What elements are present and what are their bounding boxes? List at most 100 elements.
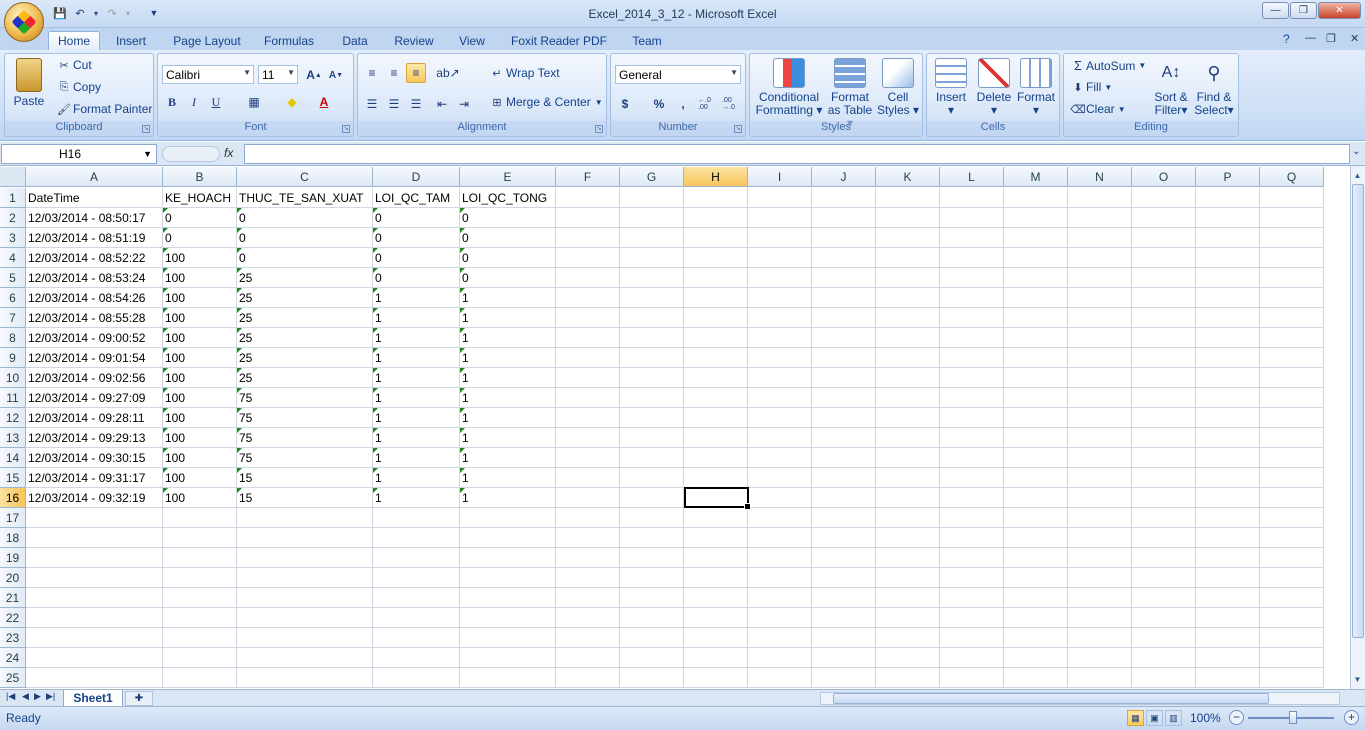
cell-k2[interactable] (876, 208, 940, 228)
cell-f20[interactable] (556, 568, 620, 588)
cell-f19[interactable] (556, 548, 620, 568)
cell-f5[interactable] (556, 268, 620, 288)
cell-n9[interactable] (1068, 348, 1132, 368)
cell-d15[interactable]: 1 (373, 468, 460, 488)
cell-d2[interactable]: 0 (373, 208, 460, 228)
cell-f8[interactable] (556, 328, 620, 348)
formula-input[interactable] (244, 144, 1350, 164)
cell-l12[interactable] (940, 408, 1004, 428)
cell-a8[interactable]: 12/03/2014 - 09:00:52 (26, 328, 163, 348)
decrease-indent-icon[interactable]: ⇤ (432, 94, 452, 114)
cell-e5[interactable]: 0 (460, 268, 556, 288)
last-sheet-icon[interactable]: ▶| (46, 691, 55, 702)
clipboard-launcher-icon[interactable]: ↘ (142, 125, 150, 133)
cell-q17[interactable] (1260, 508, 1324, 528)
cell-p10[interactable] (1196, 368, 1260, 388)
cell-b7[interactable]: 100 (163, 308, 237, 328)
tab-team[interactable]: Team (624, 31, 670, 50)
cell-h1[interactable] (684, 188, 748, 208)
sheet-tab-sheet1[interactable]: Sheet1 (63, 690, 123, 707)
cell-l19[interactable] (940, 548, 1004, 568)
cell-i10[interactable] (748, 368, 812, 388)
row-header-2[interactable]: 2 (0, 208, 26, 228)
cell-o12[interactable] (1132, 408, 1196, 428)
cell-l6[interactable] (940, 288, 1004, 308)
cell-l2[interactable] (940, 208, 1004, 228)
increase-indent-icon[interactable]: ⇥ (454, 94, 474, 114)
cell-a4[interactable]: 12/03/2014 - 08:52:22 (26, 248, 163, 268)
cell-q24[interactable] (1260, 648, 1324, 668)
font-size-select[interactable]: 11 ▼ (258, 65, 298, 84)
cell-j8[interactable] (812, 328, 876, 348)
horizontal-scrollbar[interactable] (820, 692, 1340, 705)
cell-o2[interactable] (1132, 208, 1196, 228)
cell-k22[interactable] (876, 608, 940, 628)
cell-b24[interactable] (163, 648, 237, 668)
align-bottom-icon[interactable]: ≡ (406, 63, 426, 83)
cell-q3[interactable] (1260, 228, 1324, 248)
cell-a23[interactable] (26, 628, 163, 648)
cell-styles-button[interactable]: Cell Styles ▾ (876, 58, 920, 117)
cell-a5[interactable]: 12/03/2014 - 08:53:24 (26, 268, 163, 288)
cell-i4[interactable] (748, 248, 812, 268)
row-header-7[interactable]: 7 (0, 308, 26, 328)
cell-d10[interactable]: 1 (373, 368, 460, 388)
cell-n5[interactable] (1068, 268, 1132, 288)
cell-e11[interactable]: 1 (460, 388, 556, 408)
cell-h18[interactable] (684, 528, 748, 548)
cell-j14[interactable] (812, 448, 876, 468)
cell-a1[interactable]: DateTime (26, 188, 163, 208)
cell-j11[interactable] (812, 388, 876, 408)
cell-q1[interactable] (1260, 188, 1324, 208)
cell-d8[interactable]: 1 (373, 328, 460, 348)
cell-p1[interactable] (1196, 188, 1260, 208)
cell-o24[interactable] (1132, 648, 1196, 668)
cell-b19[interactable] (163, 548, 237, 568)
cell-e12[interactable]: 1 (460, 408, 556, 428)
sort-filter-button[interactable]: A↕ Sort & Filter▾ (1150, 58, 1192, 117)
column-header-p[interactable]: P (1196, 167, 1260, 187)
cell-f2[interactable] (556, 208, 620, 228)
select-all-corner[interactable] (0, 167, 26, 187)
cell-c7[interactable]: 25 (237, 308, 373, 328)
cell-i9[interactable] (748, 348, 812, 368)
cell-j22[interactable] (812, 608, 876, 628)
bold-button[interactable]: B (162, 92, 182, 112)
cell-e14[interactable]: 1 (460, 448, 556, 468)
cell-c1[interactable]: THUC_TE_SAN_XUAT (237, 188, 373, 208)
cell-o18[interactable] (1132, 528, 1196, 548)
cell-e7[interactable]: 1 (460, 308, 556, 328)
cell-a22[interactable] (26, 608, 163, 628)
cell-e16[interactable]: 1 (460, 488, 556, 508)
cell-a21[interactable] (26, 588, 163, 608)
cell-e3[interactable]: 0 (460, 228, 556, 248)
cell-n8[interactable] (1068, 328, 1132, 348)
cell-a2[interactable]: 12/03/2014 - 08:50:17 (26, 208, 163, 228)
row-header-15[interactable]: 15 (0, 468, 26, 488)
cell-q2[interactable] (1260, 208, 1324, 228)
cell-p22[interactable] (1196, 608, 1260, 628)
cell-b20[interactable] (163, 568, 237, 588)
row-header-19[interactable]: 19 (0, 548, 26, 568)
cell-o14[interactable] (1132, 448, 1196, 468)
cell-k25[interactable] (876, 668, 940, 688)
cell-g22[interactable] (620, 608, 684, 628)
cell-n3[interactable] (1068, 228, 1132, 248)
ribbon-close-icon[interactable]: ✕ (1350, 32, 1359, 45)
cell-n24[interactable] (1068, 648, 1132, 668)
cell-a6[interactable]: 12/03/2014 - 08:54:26 (26, 288, 163, 308)
cell-q14[interactable] (1260, 448, 1324, 468)
cell-m22[interactable] (1004, 608, 1068, 628)
row-header-25[interactable]: 25 (0, 668, 26, 688)
cell-g18[interactable] (620, 528, 684, 548)
cell-p3[interactable] (1196, 228, 1260, 248)
cell-f15[interactable] (556, 468, 620, 488)
cell-m4[interactable] (1004, 248, 1068, 268)
cell-g19[interactable] (620, 548, 684, 568)
cell-o13[interactable] (1132, 428, 1196, 448)
cell-q15[interactable] (1260, 468, 1324, 488)
align-right-icon[interactable]: ☰ (406, 94, 426, 114)
format-painter-button[interactable]: 🖌 Format Painter (55, 102, 152, 116)
ribbon-minimize-icon[interactable]: — (1305, 32, 1316, 44)
cell-k7[interactable] (876, 308, 940, 328)
